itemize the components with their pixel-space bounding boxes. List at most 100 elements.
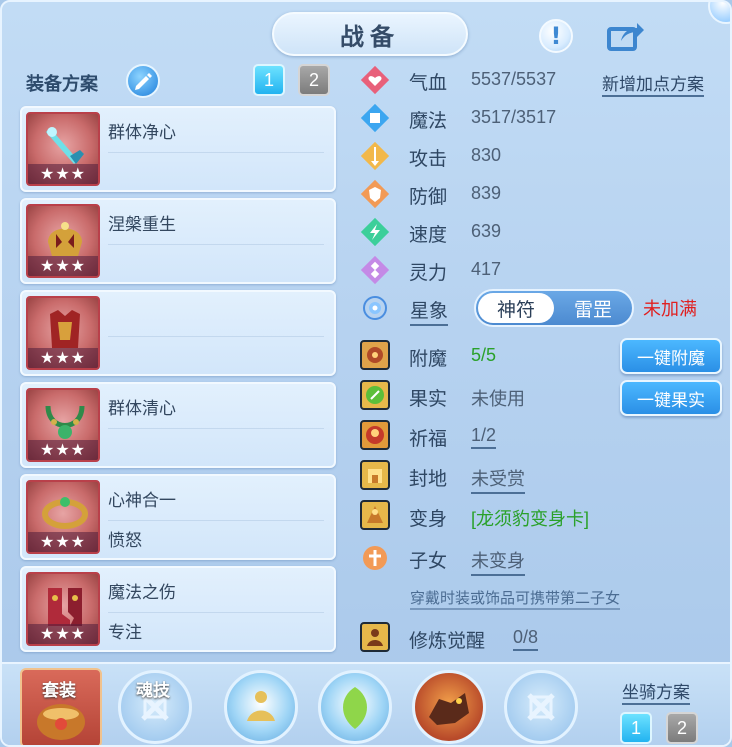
info-icon: ! [539,19,573,53]
edit-plan-button[interactable] [126,64,160,98]
star-sign-label[interactable]: 星象 [410,296,449,326]
fruit-icon [360,380,390,410]
stat-value-spirit: 417 [471,259,502,279]
star-rating: ★★★ [28,256,98,276]
equip-thumbnail: ★★★ [26,204,100,278]
ice-sword-icon [46,127,84,164]
defense-icon [360,179,390,209]
red-boots-icon [48,588,82,626]
equip-card-boots[interactable]: ★★★ 魔法之伤 专注 [20,566,336,652]
equip-plan-title: 装备方案 [26,74,98,95]
stat-label-attack: 攻击 [409,148,448,170]
child-icon [360,543,390,573]
meditating-figure-icon [247,691,275,721]
mount-plan-tab-2[interactable]: 2 [666,712,698,744]
leaf-orb-icon [343,687,367,729]
star-sign-option-leigang[interactable]: 雷罡 [556,293,630,323]
stat-value-mp: 3517/3517 [471,107,557,127]
stat-value-speed: 639 [471,221,502,241]
mana-icon [360,103,390,133]
cultivate-value[interactable]: 0/8 [513,627,539,651]
soul-skill-slot-empty-2[interactable] [504,670,578,744]
bless-label: 祈福 [409,428,448,450]
transform-icon [360,500,390,530]
child-value[interactable]: 未变身 [471,547,525,576]
red-armor-icon [50,310,80,348]
cultivate-icon [360,622,390,652]
star-rating: ★★★ [28,624,98,644]
equip-card-armor[interactable]: ★★★ [20,290,336,376]
equip-effect-name: 魔法之伤 [108,583,176,603]
stat-label-hp: 气血 [409,72,448,94]
transform-value[interactable]: [龙须豹变身卡] [471,505,589,531]
equip-effect-name: 心神合一 [108,491,176,511]
stat-label-spirit: 灵力 [409,262,448,284]
enchant-icon [360,340,390,370]
one-click-enchant-button[interactable]: 一键附魔 [620,338,722,374]
divider [108,520,324,521]
info-button[interactable]: ! [536,16,576,56]
equip-effect-name: 涅槃重生 [108,215,176,235]
star-rating: ★★★ [28,440,98,460]
equip-thumbnail: ★★★ [26,572,100,646]
equip-thumbnail: ★★★ [26,388,100,462]
soul-skill-slot-2[interactable] [318,670,392,744]
one-click-fruit-button[interactable]: 一键果实 [620,380,722,416]
equip-card-belt[interactable]: ★★★ 心神合一 愤怒 [20,474,336,560]
divider [108,336,324,337]
bless-value[interactable]: 1/2 [471,425,497,449]
pencil-icon [135,73,152,90]
share-button[interactable] [606,16,646,56]
star-sign-toggle[interactable]: 神符 雷罡 [474,289,634,327]
mount-plan-tab-1[interactable]: 1 [620,712,652,744]
star-sign-status: 未加满 [643,299,697,320]
equip-thumbnail: ★★★ [26,112,100,186]
equip-card-necklace[interactable]: ★★★ 群体清心 [20,382,336,468]
soul-skill-slot-3[interactable] [412,670,486,744]
equip-card-helmet[interactable]: ★★★ 涅槃重生 [20,198,336,284]
star-rating: ★★★ [28,532,98,552]
fief-icon [360,460,390,490]
suit-label: 套装 [42,681,76,701]
stat-value-hp: 5537/5537 [471,69,557,89]
golden-belt-icon [42,497,88,529]
title-banner: 战备 [272,12,468,56]
equip-effect-name: 群体净心 [108,123,176,143]
transform-label: 变身 [409,508,448,530]
divider [108,428,324,429]
speed-icon [360,217,390,247]
mount-plan-title[interactable]: 坐骑方案 [622,678,690,705]
battle-prep-panel: 战备 ! 装备方案 1 2 ★★★ 群体净心 ★★★ 涅槃重生 ★★★ ★★★ … [0,0,732,747]
equip-plan-tab-1[interactable]: 1 [253,64,285,96]
equip-effect-name: 群体清心 [108,399,176,419]
attack-icon [360,141,390,171]
divider [108,152,324,153]
stat-label-mp: 魔法 [409,110,448,132]
equip-card-weapon[interactable]: ★★★ 群体净心 [20,106,336,192]
star-sign-icon [360,293,390,323]
add-point-plan-link[interactable]: 新增加点方案 [602,70,704,97]
spirit-icon [360,255,390,285]
bless-icon [360,420,390,450]
stat-label-speed: 速度 [409,224,448,246]
equip-plan-tab-2[interactable]: 2 [298,64,330,96]
share-icon [607,23,644,51]
fief-value[interactable]: 未受赏 [471,465,525,494]
equip-effect-sub: 愤怒 [108,531,142,551]
soul-skill-label: 魂技 [136,681,170,701]
fruit-label: 果实 [409,388,448,410]
star-sign-option-shenfu[interactable]: 神符 [478,293,554,323]
stat-value-attack: 830 [471,145,502,165]
golden-helmet-icon [48,222,82,256]
equip-thumbnail: ★★★ [26,480,100,554]
cultivate-label: 修炼觉醒 [409,630,486,652]
close-orb-icon[interactable] [708,2,730,24]
divider [108,612,324,613]
enchant-value: 5/5 [471,345,497,365]
second-child-hint[interactable]: 穿戴时装或饰品可携带第二子女 [410,587,621,610]
star-rating: ★★★ [28,164,98,184]
beast-icon [429,693,469,725]
enchant-label: 附魔 [409,348,448,370]
equip-effect-sub: 专注 [108,623,142,643]
soul-skill-slot-1[interactable] [224,670,298,744]
